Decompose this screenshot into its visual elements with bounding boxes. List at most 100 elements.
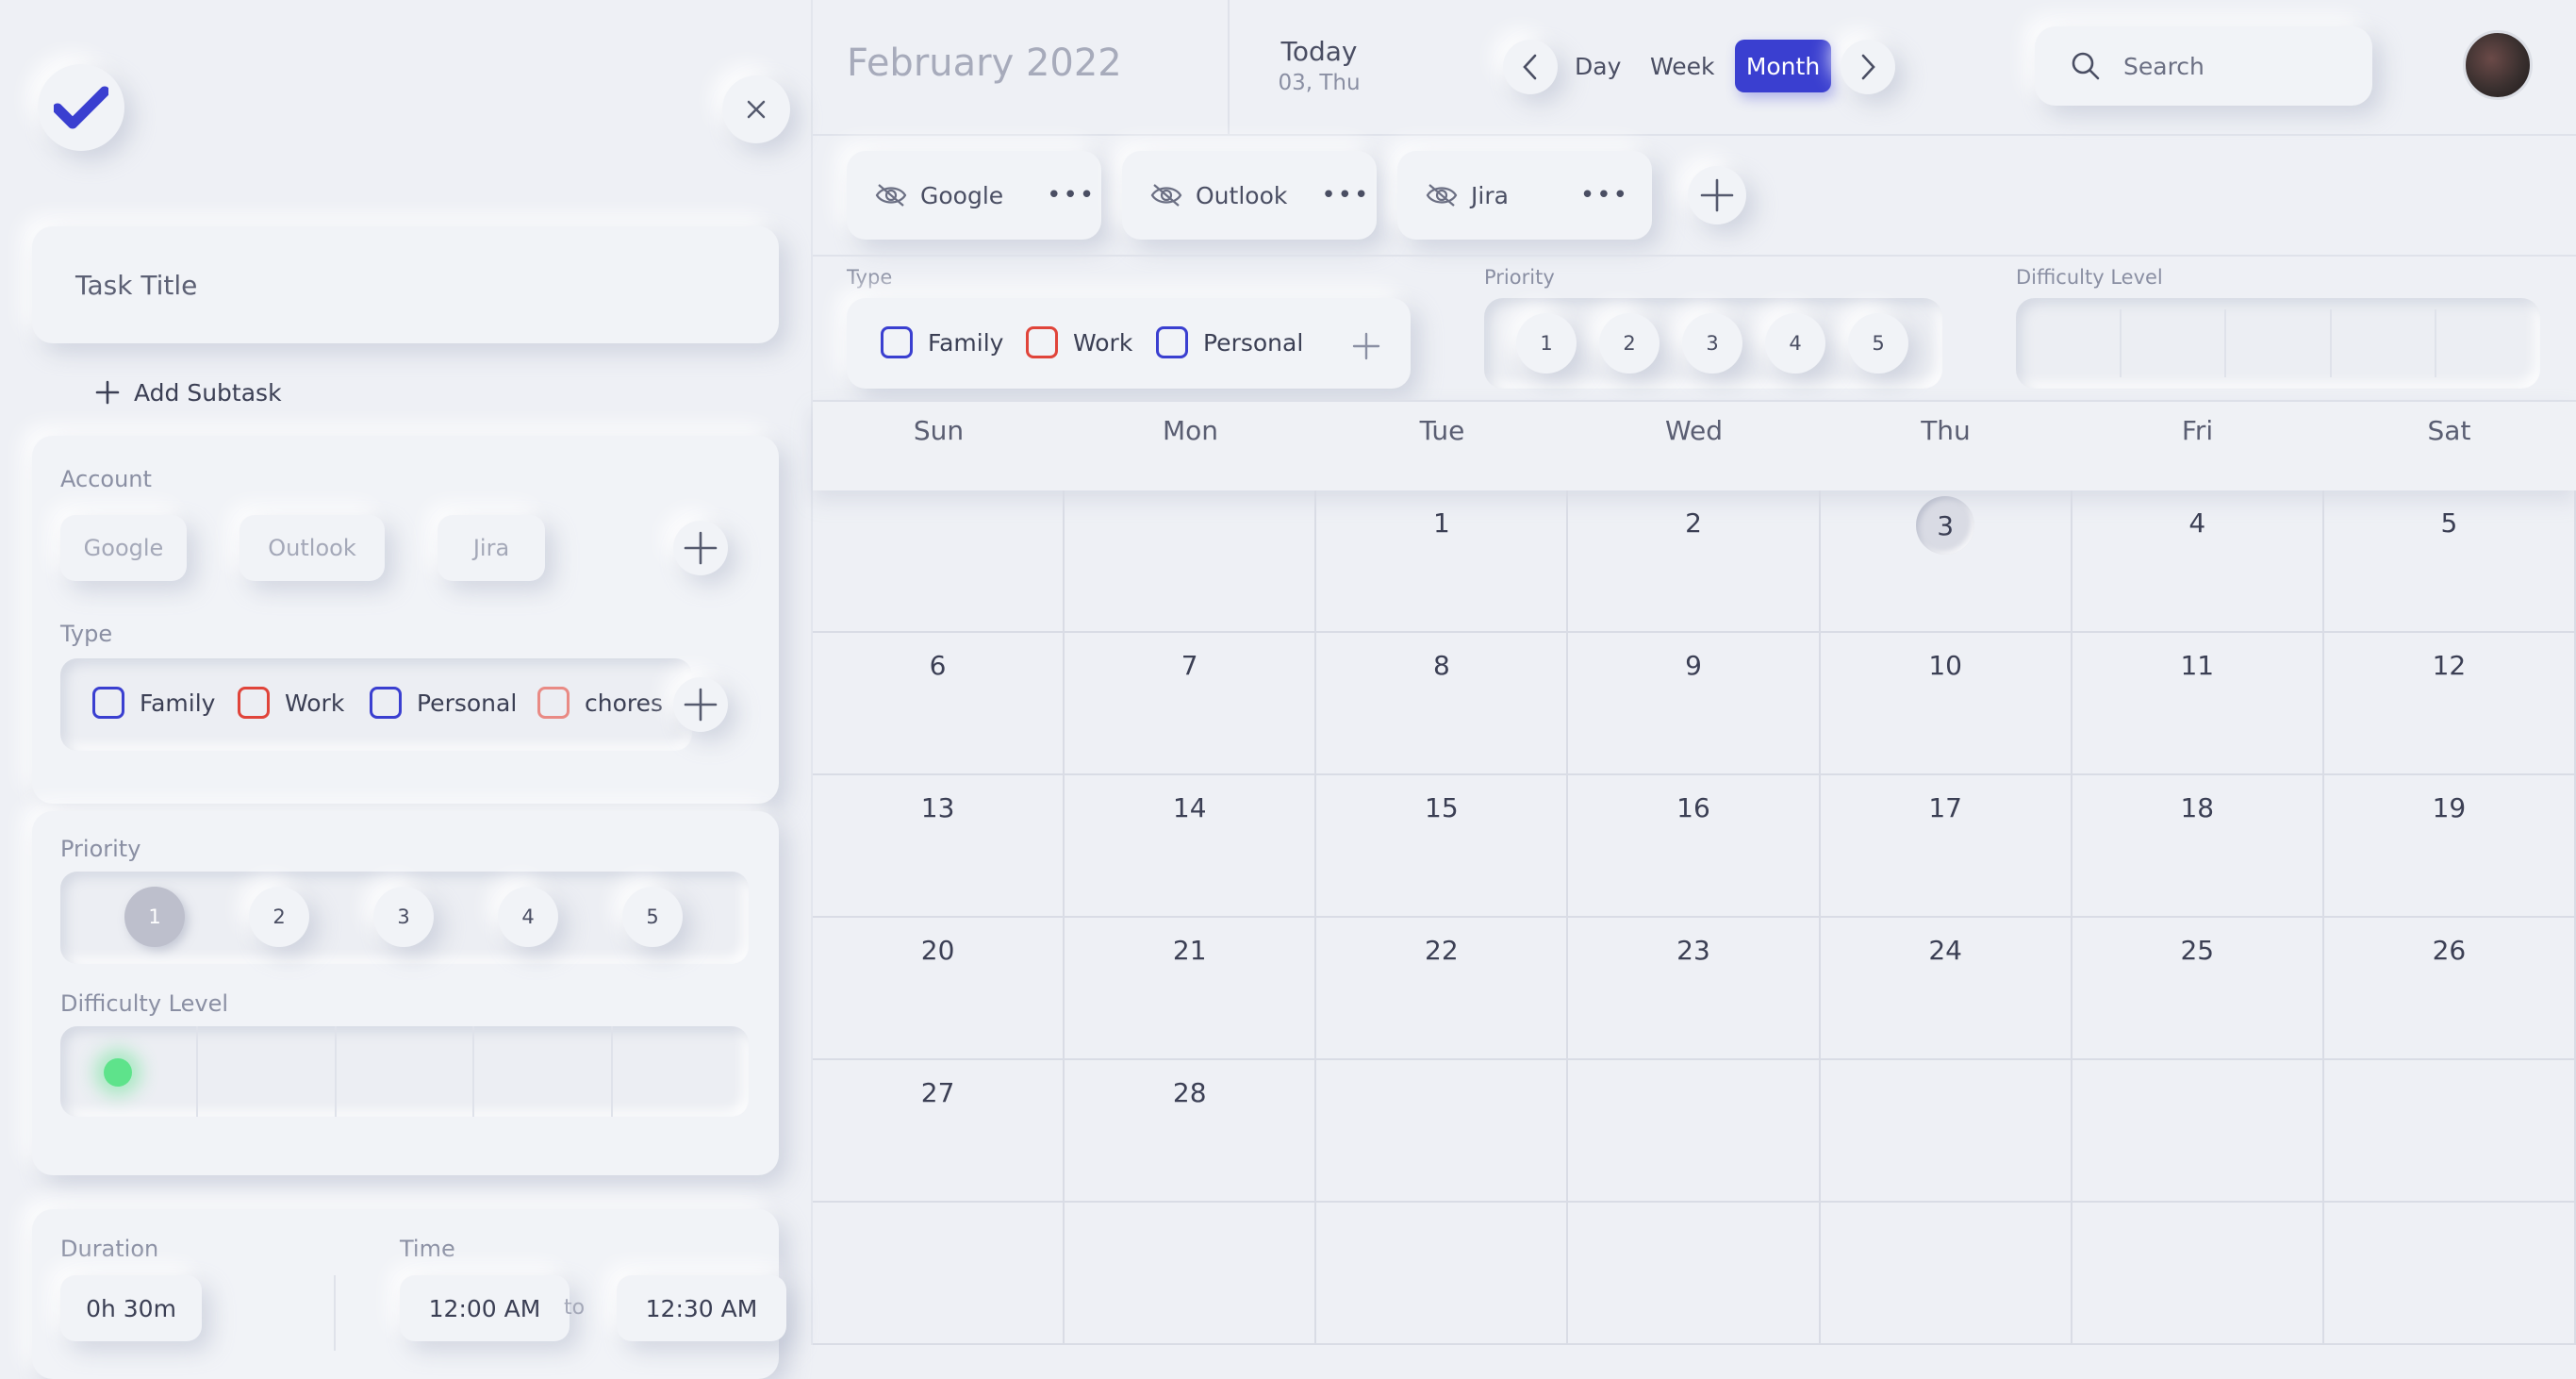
day-cell[interactable]: 3 bbox=[1820, 490, 2072, 633]
day-cell[interactable]: 10 bbox=[1820, 633, 2072, 775]
day-cell[interactable]: 17 bbox=[1820, 775, 2072, 918]
day-cell[interactable] bbox=[2072, 1060, 2324, 1203]
prev-button[interactable] bbox=[1503, 40, 1558, 94]
filter-priority-4[interactable]: 4 bbox=[1765, 313, 1825, 374]
day-cell[interactable]: 14 bbox=[1065, 775, 1317, 918]
day-cell[interactable]: 16 bbox=[1568, 775, 1821, 918]
day-cell[interactable] bbox=[1820, 1060, 2072, 1203]
priority-1[interactable]: 1 bbox=[124, 887, 185, 947]
day-cell[interactable]: 6 bbox=[813, 633, 1065, 775]
difficulty-segment-1[interactable] bbox=[2016, 309, 2122, 377]
day-cell[interactable] bbox=[1568, 1203, 1821, 1345]
calendar-jira[interactable]: Jira ••• bbox=[1397, 151, 1652, 240]
day-cell[interactable]: 11 bbox=[2072, 633, 2324, 775]
filter-type-work[interactable]: Work bbox=[1026, 326, 1132, 358]
filter-type-personal[interactable]: Personal bbox=[1156, 326, 1303, 358]
day-cell[interactable]: 20 bbox=[813, 918, 1065, 1060]
close-button[interactable] bbox=[722, 75, 790, 143]
view-month[interactable]: Month bbox=[1735, 40, 1831, 92]
more-icon[interactable]: ••• bbox=[1321, 181, 1370, 209]
day-cell[interactable]: 25 bbox=[2072, 918, 2324, 1060]
day-cell[interactable]: 27 bbox=[813, 1060, 1065, 1203]
start-time-field[interactable]: 12:00 AM bbox=[400, 1275, 570, 1341]
day-cell[interactable]: 24 bbox=[1820, 918, 2072, 1060]
next-button[interactable] bbox=[1841, 40, 1895, 94]
checkbox[interactable] bbox=[238, 687, 270, 719]
day-cell[interactable]: 1 bbox=[1316, 490, 1569, 633]
checkbox[interactable] bbox=[92, 687, 124, 719]
day-cell[interactable]: 2 bbox=[1568, 490, 1821, 633]
calendar-outlook[interactable]: Outlook ••• bbox=[1122, 151, 1377, 240]
difficulty-segment-2[interactable] bbox=[2122, 309, 2227, 377]
difficulty-segment-3[interactable] bbox=[337, 1026, 475, 1117]
day-cell[interactable] bbox=[813, 1203, 1065, 1345]
day-cell[interactable]: 28 bbox=[1065, 1060, 1317, 1203]
add-calendar-button[interactable] bbox=[1688, 166, 1746, 224]
today-button[interactable]: Today 03, Thu bbox=[1275, 36, 1363, 95]
day-cell[interactable]: 5 bbox=[2323, 490, 2576, 633]
view-day[interactable]: Day bbox=[1575, 53, 1621, 80]
filter-type-family[interactable]: Family bbox=[881, 326, 1003, 358]
add-type-button[interactable] bbox=[673, 677, 728, 732]
day-cell[interactable] bbox=[2072, 1203, 2324, 1345]
filter-priority-1[interactable]: 1 bbox=[1516, 313, 1577, 374]
difficulty-segment-2[interactable] bbox=[198, 1026, 337, 1117]
account-outlook[interactable]: Outlook bbox=[239, 515, 385, 581]
duration-field[interactable]: 0h 30m bbox=[60, 1275, 202, 1341]
view-week[interactable]: Week bbox=[1650, 53, 1715, 80]
difficulty-segment-5[interactable] bbox=[613, 1026, 749, 1117]
type-option-work[interactable]: Work bbox=[238, 687, 344, 719]
day-cell[interactable]: 21 bbox=[1065, 918, 1317, 1060]
day-cell[interactable]: 9 bbox=[1568, 633, 1821, 775]
priority-4[interactable]: 4 bbox=[498, 887, 558, 947]
difficulty-segment-5[interactable] bbox=[2436, 309, 2540, 377]
day-cell[interactable]: 8 bbox=[1316, 633, 1569, 775]
type-option-chores[interactable]: chores bbox=[537, 687, 663, 719]
day-cell[interactable]: 4 bbox=[2072, 490, 2324, 633]
day-cell[interactable]: 26 bbox=[2323, 918, 2576, 1060]
day-cell[interactable]: 18 bbox=[2072, 775, 2324, 918]
calendar-google[interactable]: Google ••• bbox=[847, 151, 1101, 240]
filter-priority-5[interactable]: 5 bbox=[1848, 313, 1908, 374]
filter-priority-3[interactable]: 3 bbox=[1682, 313, 1742, 374]
checkbox[interactable] bbox=[1156, 326, 1188, 358]
day-cell[interactable] bbox=[813, 490, 1065, 633]
checkbox[interactable] bbox=[370, 687, 402, 719]
day-cell[interactable] bbox=[1065, 490, 1317, 633]
difficulty-segment-4[interactable] bbox=[2332, 309, 2437, 377]
account-google[interactable]: Google bbox=[60, 515, 187, 581]
eye-off-icon[interactable] bbox=[1426, 183, 1458, 208]
task-title-input[interactable]: Task Title bbox=[32, 226, 779, 343]
checkbox[interactable] bbox=[537, 687, 570, 719]
day-cell[interactable]: 13 bbox=[813, 775, 1065, 918]
end-time-field[interactable]: 12:30 AM bbox=[617, 1275, 786, 1341]
eye-off-icon[interactable] bbox=[875, 183, 907, 208]
add-subtask-button[interactable]: Add Subtask bbox=[94, 374, 282, 411]
priority-3[interactable]: 3 bbox=[373, 887, 434, 947]
checkbox[interactable] bbox=[881, 326, 913, 358]
day-cell[interactable] bbox=[2323, 1060, 2576, 1203]
day-cell[interactable] bbox=[1316, 1203, 1569, 1345]
difficulty-indicator[interactable] bbox=[104, 1058, 132, 1087]
priority-5[interactable]: 5 bbox=[622, 887, 683, 947]
day-cell[interactable] bbox=[1316, 1060, 1569, 1203]
checkbox[interactable] bbox=[1026, 326, 1058, 358]
difficulty-segment-1[interactable] bbox=[60, 1026, 199, 1117]
search-input[interactable]: Search bbox=[2035, 26, 2372, 106]
day-cell[interactable] bbox=[1820, 1203, 2072, 1345]
day-cell[interactable]: 19 bbox=[2323, 775, 2576, 918]
day-cell[interactable] bbox=[1065, 1203, 1317, 1345]
eye-off-icon[interactable] bbox=[1150, 183, 1182, 208]
add-account-button[interactable] bbox=[673, 521, 728, 575]
day-cell[interactable]: 22 bbox=[1316, 918, 1569, 1060]
day-cell[interactable]: 7 bbox=[1065, 633, 1317, 775]
day-cell[interactable]: 12 bbox=[2323, 633, 2576, 775]
filter-difficulty-slider[interactable] bbox=[2016, 298, 2540, 389]
difficulty-slider[interactable] bbox=[60, 1026, 749, 1117]
more-icon[interactable]: ••• bbox=[1047, 181, 1096, 209]
more-icon[interactable]: ••• bbox=[1580, 181, 1629, 209]
day-cell[interactable] bbox=[2323, 1203, 2576, 1345]
day-cell[interactable]: 23 bbox=[1568, 918, 1821, 1060]
difficulty-segment-4[interactable] bbox=[474, 1026, 613, 1117]
difficulty-segment-3[interactable] bbox=[2226, 309, 2332, 377]
